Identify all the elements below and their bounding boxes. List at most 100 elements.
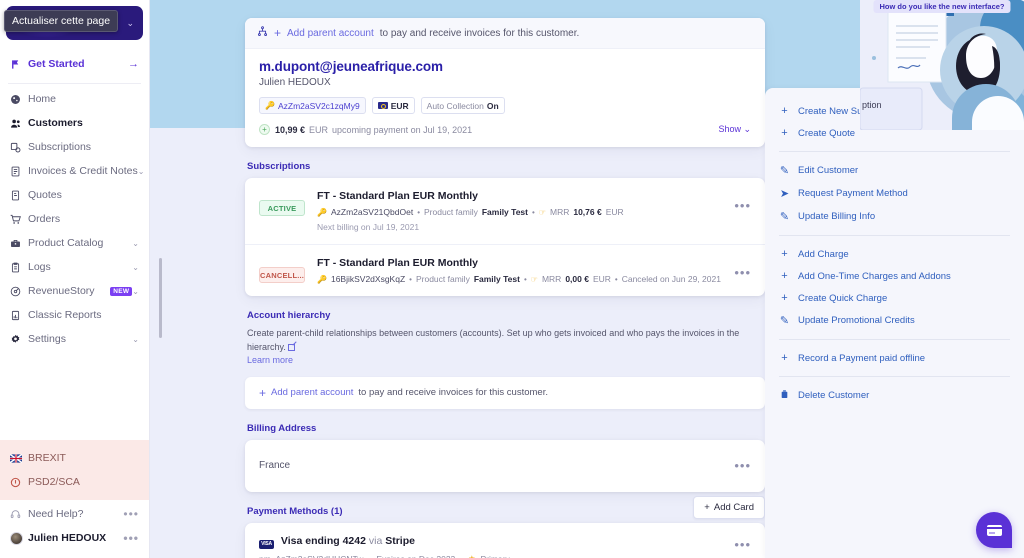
arrow-right-icon: → <box>128 58 139 70</box>
card-expiry: Expires on Dec 2023 <box>376 554 455 558</box>
new-badge: NEW <box>110 286 133 296</box>
action-create-quick-charge[interactable]: + Create Quick Charge <box>765 287 1024 309</box>
action-update-promotional-credits[interactable]: ✎ Update Promotional Credits <box>765 309 1024 332</box>
separator-dot: • <box>409 274 412 284</box>
sidebar-item-brexit[interactable]: BREXIT <box>0 448 149 468</box>
chevron-down-icon[interactable]: ⌄ <box>138 167 145 176</box>
overflow-menu-icon[interactable]: ••• <box>123 531 139 545</box>
sidebar-item-user-profile[interactable]: Julien HEDOUX ••• <box>0 528 149 548</box>
action-delete-customer[interactable]: Delete Customer <box>765 384 1024 407</box>
customer-name: Julien HEDOUX <box>259 77 331 88</box>
subscription-plan-name: FT - Standard Plan EUR Monthly <box>317 257 479 269</box>
customer-summary: m.dupont@jeuneafrique.com Julien HEDOUX … <box>245 49 765 147</box>
plus-icon[interactable]: + <box>259 387 266 399</box>
action-label: Create Quick Charge <box>798 292 888 304</box>
subscription-id: AzZm2aSV21QbdOet <box>330 207 414 217</box>
next-billing-text: Next billing on Jul 19, 2021 <box>317 222 420 232</box>
customer-email: m.dupont@jeuneafrique.com <box>259 59 443 74</box>
sidebar-item-settings[interactable]: Settings ⌄ <box>0 329 149 349</box>
actions-divider <box>779 339 1010 340</box>
overflow-menu-icon[interactable]: ••• <box>734 537 751 552</box>
subscriptions-title: Subscriptions <box>247 161 311 172</box>
add-parent-account-link[interactable]: Add parent account <box>271 387 353 398</box>
add-card-button[interactable]: + Add Card <box>693 495 765 519</box>
overflow-menu-icon[interactable]: ••• <box>123 507 139 521</box>
sidebar-item-get-started[interactable]: Get Started → <box>0 52 149 76</box>
sidebar-item-orders[interactable]: Orders <box>0 209 149 229</box>
mrr-value: 0,00 € <box>565 274 589 284</box>
feedback-question: How do you like the new interface? <box>873 0 1011 13</box>
payment-methods-title: Payment Methods (1) <box>247 505 343 517</box>
subscription-details: FT - Standard Plan EUR Monthly 🔑 AzZm2aS… <box>305 190 734 232</box>
send-icon: ➤ <box>779 188 790 200</box>
overflow-menu-icon[interactable]: ••• <box>734 265 751 280</box>
sidebar-item-subscriptions[interactable]: Subscriptions <box>0 137 149 157</box>
action-label: Add One-Time Charges and Addons <box>798 270 951 282</box>
plus-icon: + <box>781 248 788 260</box>
headset-icon <box>10 509 28 520</box>
action-add-one-time-charges[interactable]: + Add One-Time Charges and Addons <box>765 265 1024 287</box>
sidebar-item-need-help[interactable]: Need Help? ••• <box>0 504 149 524</box>
chevron-down-icon[interactable]: ⌄ <box>132 335 139 344</box>
primary-label: Primary <box>480 554 509 558</box>
sidebar-item-quotes[interactable]: Quotes <box>0 185 149 205</box>
show-toggle-link[interactable]: Show ⌄ <box>718 124 751 135</box>
sidebar-item-classic-reports[interactable]: Classic Reports <box>0 305 149 325</box>
action-update-billing-info[interactable]: ✎ Update Billing Info <box>765 205 1024 228</box>
customer-badges: 🔑 AzZm2aSV2c1zqMy9 EUR Auto Collection O… <box>259 97 751 114</box>
plus-circle-icon: + <box>259 124 270 135</box>
external-link-icon[interactable] <box>287 343 295 351</box>
add-parent-account-link[interactable]: Add parent account <box>287 28 374 39</box>
payment-method-row[interactable]: VISA Visa ending 4242 via Stripe pm_AzZm… <box>245 523 765 558</box>
sidebar-item-home[interactable]: Home <box>0 89 149 109</box>
auto-collection-value: On <box>486 100 499 111</box>
home-icon <box>10 94 28 105</box>
learn-more-link[interactable]: Learn more <box>247 355 293 365</box>
subscription-row[interactable]: ACTIVE FT - Standard Plan EUR Monthly 🔑 … <box>245 178 765 244</box>
page-scrollbar-thumb[interactable] <box>159 258 162 338</box>
hierarchy-icon <box>257 26 268 40</box>
sidebar-item-psd2-sca[interactable]: PSD2/SCA <box>0 472 149 492</box>
chevron-down-icon[interactable]: ⌄ <box>132 263 139 272</box>
plus-icon: + <box>781 105 788 117</box>
subscription-row[interactable]: CANCELL... FT - Standard Plan EUR Monthl… <box>245 244 765 296</box>
chevron-down-icon[interactable]: ⌄ <box>132 287 139 296</box>
gateway-name: Stripe <box>385 534 415 547</box>
shield-icon <box>10 477 28 488</box>
add-parent-account-box[interactable]: + Add parent account to pay and receive … <box>245 376 765 409</box>
action-label: Record a Payment paid offline <box>798 352 926 364</box>
sidebar-nav-bottom: BREXIT PSD2/SCA Need Help? ••• Julien HE… <box>0 440 149 558</box>
overflow-menu-icon[interactable]: ••• <box>734 198 751 213</box>
action-edit-customer[interactable]: ✎ Edit Customer <box>765 159 1024 182</box>
chevron-down-icon[interactable]: ⌄ <box>132 239 139 248</box>
auto-collection-badge: Auto Collection On <box>420 97 505 114</box>
card-label: Visa ending 4242 <box>280 534 366 547</box>
sidebar-item-product-catalog[interactable]: Product Catalog ⌄ <box>0 233 149 253</box>
chevron-down-icon[interactable]: ⌄ <box>126 18 134 29</box>
action-record-payment-offline[interactable]: + Record a Payment paid offline <box>765 347 1024 369</box>
plus-icon[interactable]: + <box>274 27 281 39</box>
key-icon: 🔑 <box>265 101 275 110</box>
chat-support-button[interactable] <box>976 512 1012 548</box>
action-label: Update Billing Info <box>798 211 876 222</box>
action-add-charge[interactable]: + Add Charge <box>765 243 1024 265</box>
action-request-payment-method[interactable]: ➤ Request Payment Method <box>765 182 1024 205</box>
subscriptions-icon <box>10 142 28 153</box>
add-parent-account-banner[interactable]: + Add parent account to pay and receive … <box>245 18 765 49</box>
overflow-menu-icon[interactable]: ••• <box>734 458 751 473</box>
sidebar-item-logs[interactable]: Logs ⌄ <box>0 257 149 277</box>
billing-address-title: Billing Address <box>247 422 317 434</box>
action-label: Delete Customer <box>798 390 870 401</box>
customer-id-badge[interactable]: 🔑 AzZm2aSV2c1zqMy9 <box>259 97 366 114</box>
sidebar-item-customers[interactable]: Customers <box>0 113 149 133</box>
chat-card-icon <box>986 524 1002 536</box>
sidebar-item-invoices[interactable]: Invoices & Credit Notes ⌄ <box>0 161 149 181</box>
separator-dot: • <box>368 554 371 558</box>
add-parent-account-text: to pay and receive invoices for this cus… <box>358 387 548 398</box>
billing-address-card: France ••• <box>245 439 765 492</box>
mrr-currency: EUR <box>592 274 611 284</box>
sidebar-item-revenuestory[interactable]: RevenueStory NEW ⌄ <box>0 281 149 301</box>
sidebar-divider <box>8 83 141 84</box>
banner-text: to pay and receive invoices for this cus… <box>379 27 580 39</box>
report-icon <box>10 310 28 321</box>
